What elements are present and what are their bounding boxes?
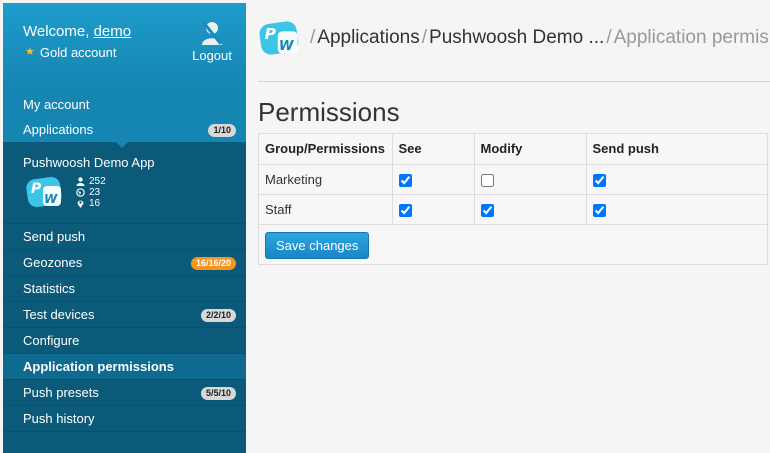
menu-label: Geozones (23, 255, 83, 270)
see-checkbox[interactable] (398, 203, 412, 217)
applications-count-badge: 1/10 (208, 124, 236, 137)
pushwoosh-logo-icon: P W (26, 176, 62, 208)
globe-stat: 23 (76, 187, 106, 198)
globe-count: 23 (89, 186, 101, 198)
nav-applications[interactable]: Applications 1/10 (3, 117, 246, 148)
current-app: Pushwoosh Demo App P W 252 23 16 (3, 142, 246, 224)
globe-icon (76, 188, 85, 197)
breadcrumb-current: Application permis... (613, 27, 770, 48)
breadcrumb-separator: / (310, 27, 316, 48)
send-push-checkbox[interactable] (592, 173, 606, 187)
welcome-text: Welcome, demo (23, 23, 131, 40)
logout-icon (201, 21, 223, 45)
sidebar: Welcome, demo ★ Gold account Logout My a… (3, 3, 246, 453)
menu-label: Send push (23, 229, 86, 244)
sidebar-header: Welcome, demo ★ Gold account Logout (3, 3, 246, 90)
permissions-table: Group/Permissions See Modify Send push M… (259, 134, 767, 225)
page-title: Permissions (258, 97, 400, 127)
logo-letter-p: P (265, 25, 277, 43)
username-link[interactable]: demo (94, 23, 132, 40)
send-push-checkbox[interactable] (592, 203, 606, 217)
save-changes-button[interactable]: Save changes (265, 232, 370, 259)
table-header-row: Group/Permissions See Modify Send push (259, 134, 767, 165)
star-icon: ★ (25, 46, 35, 58)
breadcrumb-app[interactable]: Pushwoosh Demo ... (429, 27, 604, 49)
menu-statistics[interactable]: Statistics (3, 276, 246, 302)
account-type-label: Gold account (39, 45, 117, 60)
breadcrumb: P W / Applications / Pushwoosh Demo ... … (258, 18, 770, 58)
pin-stat: 16 (76, 198, 106, 209)
menu-label: Push presets (23, 385, 99, 400)
geozones-badge: 16/16/20 (190, 257, 236, 270)
menu-label: Application permissions (23, 359, 174, 374)
logo-letter-w: W (279, 39, 295, 54)
push-presets-badge: 5/5/10 (200, 387, 236, 400)
modify-checkbox[interactable] (480, 203, 494, 217)
pins-count: 16 (89, 197, 101, 209)
welcome-prefix: Welcome, (23, 23, 90, 40)
location-pin-icon (77, 200, 84, 208)
permission-cell (392, 164, 475, 195)
logout-label: Logout (192, 48, 232, 63)
menu-test-devices[interactable]: Test devices 2/2/10 (3, 302, 246, 328)
nav-my-account[interactable]: My account (3, 92, 246, 117)
pushwoosh-logo-icon[interactable]: P W (258, 18, 302, 58)
users-stat: 252 (76, 176, 106, 187)
app-name[interactable]: Pushwoosh Demo App (23, 155, 155, 170)
column-header: Group/Permissions (259, 134, 393, 165)
menu-geozones[interactable]: Geozones 16/16/20 (3, 250, 246, 276)
menu-send-push[interactable]: Send push (3, 224, 246, 250)
column-header: See (392, 134, 475, 165)
menu-label: Push history (23, 411, 95, 426)
test-devices-badge: 2/2/10 (200, 309, 236, 322)
group-name: Marketing (259, 164, 393, 195)
menu-label: Statistics (23, 281, 76, 296)
menu-label: Test devices (23, 307, 95, 322)
nav-label: Applications (23, 122, 94, 137)
app-menu: Send push Geozones 16/16/20 Statistics T… (3, 224, 246, 432)
users-count: 252 (89, 175, 106, 187)
account-type: ★ Gold account (25, 45, 116, 60)
column-header: Send push (586, 134, 767, 165)
app-stats: 252 23 16 (76, 176, 106, 209)
logo-letter-w: W (44, 192, 58, 206)
table-row: Staff (259, 194, 767, 225)
menu-push-presets[interactable]: Push presets 5/5/10 (3, 380, 246, 406)
modify-checkbox[interactable] (480, 173, 494, 187)
breadcrumb-separator: / (421, 27, 428, 48)
divider (258, 81, 770, 82)
menu-push-history[interactable]: Push history (3, 406, 246, 432)
breadcrumb-applications[interactable]: Applications (317, 27, 419, 49)
main-content: P W / Applications / Pushwoosh Demo ... … (246, 0, 770, 453)
table-row: Marketing (259, 164, 767, 195)
breadcrumb-separator: / (606, 27, 612, 48)
user-icon (76, 177, 85, 186)
permission-cell (474, 194, 587, 225)
nav-label: My account (23, 97, 90, 112)
top-nav: My account Applications 1/10 (3, 90, 246, 148)
logout-button[interactable]: Logout (186, 20, 238, 63)
menu-label: Configure (23, 333, 80, 348)
permission-cell (586, 194, 767, 225)
menu-configure[interactable]: Configure (3, 328, 246, 354)
group-name: Staff (259, 194, 393, 225)
permission-cell (474, 164, 587, 195)
logo-letter-p: P (31, 181, 42, 197)
permission-cell (586, 164, 767, 195)
menu-application-permissions[interactable]: Application permissions (3, 354, 246, 380)
permission-cell (392, 194, 475, 225)
see-checkbox[interactable] (398, 173, 412, 187)
column-header: Modify (474, 134, 587, 165)
permissions-panel: Group/Permissions See Modify Send push M… (258, 133, 768, 265)
